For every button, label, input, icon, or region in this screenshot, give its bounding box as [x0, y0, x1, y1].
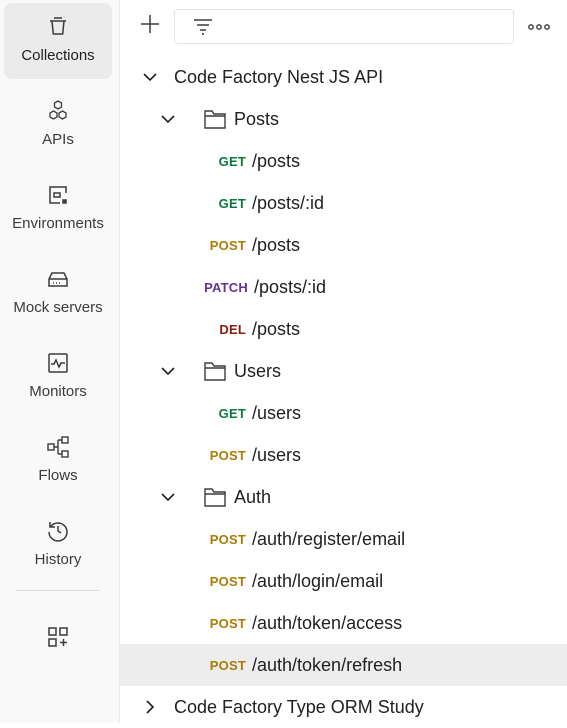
request-path: /posts/:id [252, 193, 325, 213]
folder-icon [204, 361, 226, 381]
sidebar-item-environments[interactable]: Environments [4, 171, 112, 247]
sidebar-item-label: Flows [38, 467, 78, 484]
request-row[interactable]: POST /posts [120, 224, 567, 266]
sidebar-item-history[interactable]: History [4, 507, 112, 583]
sidebar-item-label: Monitors [29, 383, 87, 400]
method-badge: POST [209, 238, 246, 253]
method-badge: POST [209, 448, 246, 463]
method-badge: DEL [219, 322, 246, 337]
sidebar: Collections APIs Environments Mock serve… [0, 0, 120, 723]
collection-name: Code Factory Type ORM Study [174, 697, 424, 717]
history-icon [46, 519, 70, 543]
collection-name: Code Factory Nest JS API [174, 67, 384, 87]
request-path: /users [252, 445, 302, 465]
chevron-right-icon[interactable] [142, 699, 158, 715]
request-path: /posts/:id [254, 277, 327, 297]
configure-workbench-button[interactable] [44, 625, 72, 653]
new-button[interactable] [138, 14, 162, 38]
method-badge: POST [209, 532, 246, 547]
sidebar-item-label: Mock servers [13, 299, 103, 316]
sidebar-item-label: Environments [12, 215, 104, 232]
folder-row-users[interactable]: Users [120, 350, 567, 392]
monitors-icon [46, 351, 70, 375]
sidebar-item-collections[interactable]: Collections [4, 3, 112, 79]
sidebar-item-label: History [34, 551, 82, 568]
chevron-down-icon[interactable] [142, 69, 158, 85]
folder-name: Auth [234, 487, 272, 507]
plus-icon [140, 14, 160, 39]
method-badge: POST [209, 658, 246, 673]
folder-row-auth[interactable]: Auth [120, 476, 567, 518]
search-box[interactable] [174, 9, 514, 44]
more-options-button[interactable] [526, 16, 552, 36]
sidebar-item-apis[interactable]: APIs [4, 87, 112, 163]
sidebar-item-monitors[interactable]: Monitors [4, 339, 112, 415]
method-badge: GET [218, 406, 246, 421]
request-path: /auth/register/email [252, 529, 406, 549]
apis-icon [46, 99, 70, 123]
request-path: /posts [252, 151, 301, 171]
request-path: /auth/token/access [252, 613, 403, 633]
environments-icon [46, 183, 70, 207]
collections-icon [46, 15, 70, 39]
folder-row-posts[interactable]: Posts [120, 98, 567, 140]
folder-icon [204, 109, 226, 129]
request-path: /auth/login/email [252, 571, 384, 591]
method-badge: GET [218, 196, 246, 211]
sidebar-divider [16, 590, 100, 591]
request-row[interactable]: POST /users [120, 434, 567, 476]
method-badge: GET [218, 154, 246, 169]
folder-icon [204, 487, 226, 507]
search-input[interactable] [219, 14, 503, 41]
folder-name: Posts [234, 109, 280, 129]
request-row[interactable]: GET /users [120, 392, 567, 434]
flows-icon [46, 435, 70, 459]
mock-servers-icon [46, 267, 70, 291]
request-row[interactable]: PATCH /posts/:id [120, 266, 567, 308]
chevron-down-icon[interactable] [160, 111, 176, 127]
request-row[interactable]: POST /auth/token/access [120, 602, 567, 644]
request-row[interactable]: POST /auth/register/email [120, 518, 567, 560]
folder-name: Users [234, 361, 282, 381]
request-path: /users [252, 403, 302, 423]
request-row[interactable]: GET /posts/:id [120, 182, 567, 224]
method-badge: PATCH [204, 280, 248, 295]
request-row-selected[interactable]: POST /auth/token/refresh [120, 644, 567, 686]
request-path: /posts [252, 319, 301, 339]
request-path: /auth/token/refresh [252, 655, 403, 675]
filter-icon [193, 18, 213, 41]
request-row[interactable]: DEL /posts [120, 308, 567, 350]
request-row[interactable]: GET /posts [120, 140, 567, 182]
request-row[interactable]: POST /auth/login/email [120, 560, 567, 602]
chevron-down-icon[interactable] [160, 363, 176, 379]
chevron-down-icon[interactable] [160, 489, 176, 505]
sidebar-item-flows[interactable]: Flows [4, 423, 112, 499]
more-horizontal-icon [528, 17, 550, 35]
collection-row-nest-js-api[interactable]: Code Factory Nest JS API [120, 56, 567, 98]
collection-row-type-orm-study[interactable]: Code Factory Type ORM Study [120, 686, 567, 728]
sidebar-item-label: APIs [42, 131, 74, 148]
method-badge: POST [209, 616, 246, 631]
sidebar-item-mock-servers[interactable]: Mock servers [4, 255, 112, 331]
add-grid-icon [46, 625, 70, 654]
request-path: /posts [252, 235, 301, 255]
method-badge: POST [209, 574, 246, 589]
sidebar-item-label: Collections [21, 47, 95, 64]
